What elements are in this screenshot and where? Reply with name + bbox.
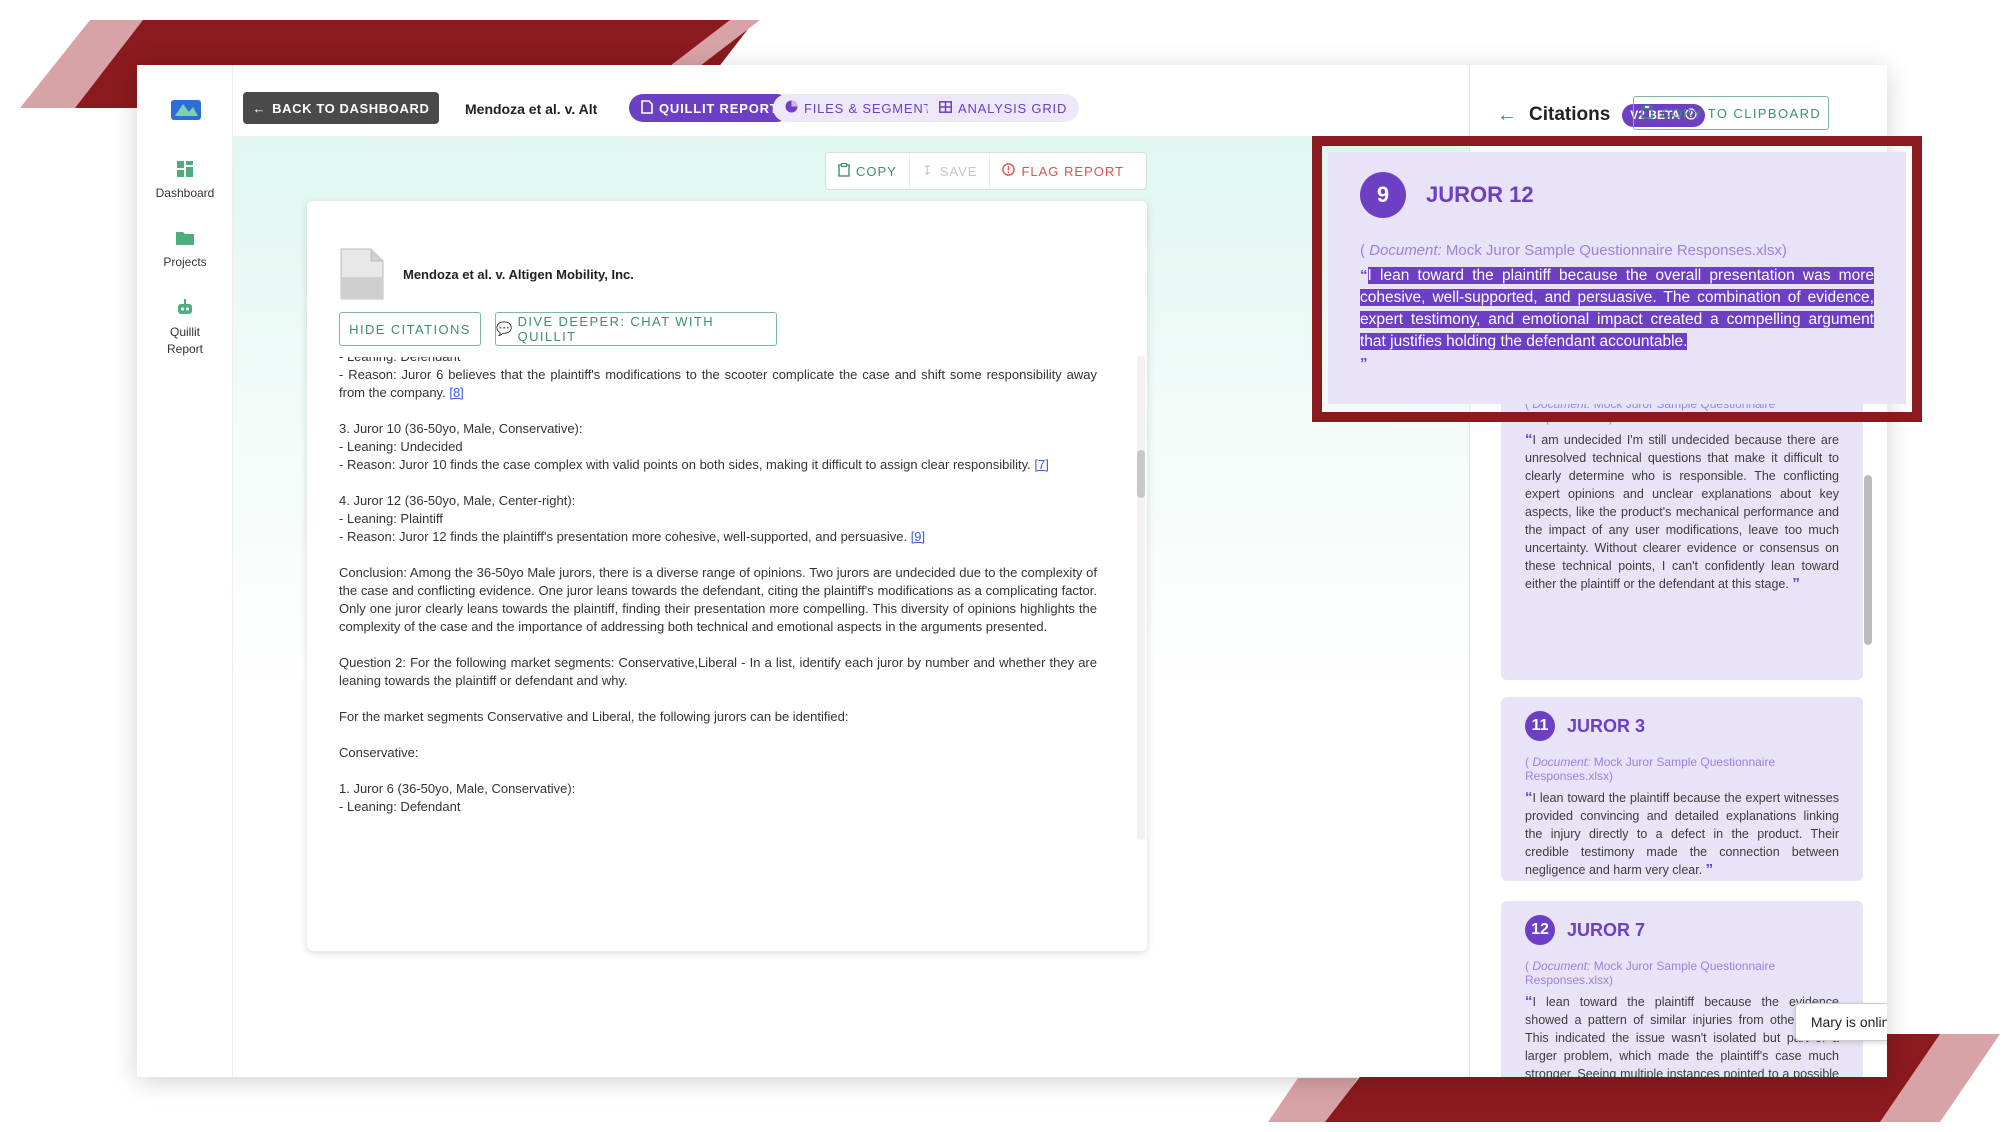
- sidebar-item-label: Projects: [163, 255, 207, 269]
- quote-open-icon: “: [1360, 267, 1368, 284]
- quote-close-icon: ”: [1705, 861, 1714, 878]
- selected-quote-text: I lean toward the plaintiff because the …: [1360, 267, 1874, 350]
- sidebar-item-label: Dashboard: [155, 186, 215, 200]
- citation-juror-name: JUROR 7: [1567, 919, 1646, 940]
- quote-open-icon: “: [1525, 993, 1533, 1010]
- citations-scrollbar[interactable]: [1864, 475, 1872, 645]
- arrow-left-icon[interactable]: ←: [1497, 104, 1517, 127]
- save-button[interactable]: ↧ SAVE: [908, 153, 990, 189]
- report-paragraph: - Reason: Juror 6 believes that the plai…: [339, 367, 1097, 400]
- report-line: - Leaning: Defendant: [339, 799, 461, 814]
- report-line: 3. Juror 10 (36-50yo, Male, Conservative…: [339, 421, 583, 436]
- folder-icon: [175, 229, 195, 247]
- report-text: - Leaning: Defendant - Reason: Juror 6 b…: [339, 357, 1097, 857]
- citation-quote: “I am undecided I'm still undecided beca…: [1525, 431, 1839, 592]
- report-line: 4. Juror 12 (36-50yo, Male, Center-right…: [339, 493, 576, 508]
- robot-icon: [175, 298, 195, 316]
- citation-link[interactable]: [8]: [449, 385, 463, 400]
- case-title: Mendoza et al. v. Alt: [465, 101, 598, 117]
- report-paragraph: For the market segments Conservative and…: [339, 709, 849, 724]
- alert-circle-icon: [1002, 163, 1016, 179]
- app-logo: [171, 98, 201, 122]
- clipboard-icon: [1641, 104, 1653, 122]
- pie-chart-icon: [785, 100, 798, 116]
- citation-juror-name: JUROR 3: [1567, 715, 1646, 736]
- citation-number-badge: 9: [1360, 172, 1406, 218]
- citation-link[interactable]: [9]: [911, 529, 925, 544]
- hide-citations-button[interactable]: HIDE CITATIONS: [339, 312, 481, 346]
- citation-document: ( Document: Mock Juror Sample Questionna…: [1525, 959, 1776, 987]
- report-paragraph: Question 2: For the following market seg…: [339, 655, 1097, 688]
- report-line: - Leaning: Undecided: [339, 439, 463, 454]
- report-icon: [641, 99, 653, 117]
- flag-report-button[interactable]: FLAG REPORT: [989, 153, 1136, 189]
- citation-card-header: 12 JUROR 7: [1525, 915, 1839, 945]
- document-icon: [339, 247, 385, 301]
- copy-to-clipboard-button[interactable]: COPY TO CLIPBOARD: [1633, 96, 1829, 130]
- download-icon: ↧: [921, 163, 934, 178]
- citation-card-header: 11 JUROR 3: [1525, 711, 1839, 741]
- quote-open-icon: “: [1525, 431, 1533, 448]
- highlighted-citation-card[interactable]: 9 JUROR 12 ( Document: Mock Juror Sample…: [1328, 152, 1906, 404]
- tab-quillit-report[interactable]: QUILLIT REPORT: [629, 94, 791, 122]
- clipboard-icon: [838, 162, 850, 180]
- report-paragraph: - Reason: Juror 10 finds the case comple…: [339, 457, 1049, 472]
- citation-card-header: 9 JUROR 12: [1360, 172, 1874, 218]
- citation-number-badge: 11: [1525, 711, 1555, 741]
- dive-deeper-chat-button[interactable]: 💬 DIVE DEEPER: CHAT WITH QUILLIT: [495, 312, 777, 346]
- chat-bubble-icon: 💬: [496, 321, 514, 336]
- report-card: Mendoza et al. v. Altigen Mobility, Inc.…: [307, 201, 1147, 951]
- quote-close-icon: ”: [1792, 575, 1800, 592]
- report-line: 1. Juror 6 (36-50yo, Male, Conservative)…: [339, 781, 576, 796]
- arrow-left-icon: ←: [252, 100, 267, 116]
- report-line: - Leaning: Defendant: [339, 357, 1097, 366]
- sidebar-item-dashboard[interactable]: Dashboard: [137, 160, 233, 200]
- citation-number-badge: 12: [1525, 915, 1555, 945]
- citation-quote: “I lean toward the plaintiff because the…: [1525, 993, 1839, 1077]
- report-paragraph: Conclusion: Among the 36-50yo Male juror…: [339, 565, 1097, 634]
- citation-card[interactable]: ( Document: Mock Juror Sample Questionna…: [1501, 381, 1863, 680]
- citation-card[interactable]: 11 JUROR 3 ( Document: Mock Juror Sample…: [1501, 697, 1863, 881]
- citation-card[interactable]: 12 JUROR 7 ( Document: Mock Juror Sample…: [1501, 901, 1863, 1077]
- presence-status: Mary is online: [1795, 1003, 1887, 1041]
- report-scrollbar[interactable]: [1137, 355, 1145, 840]
- citation-document: ( Document: Mock Juror Sample Questionna…: [1360, 242, 1787, 259]
- citations-title: Citations: [1529, 104, 1611, 125]
- top-bar: ← BACK TO DASHBOARD Mendoza et al. v. Al…: [233, 65, 1469, 137]
- tab-analysis-grid[interactable]: ANALYSIS GRID: [927, 94, 1080, 122]
- dashboard-icon: [175, 160, 195, 178]
- sidebar-item-label: Quillit Report: [166, 325, 204, 356]
- sidebar: Dashboard Projects Quillit Report: [137, 65, 233, 1077]
- report-document-title: Mendoza et al. v. Altigen Mobility, Inc.: [403, 267, 634, 282]
- sidebar-item-quillit-report[interactable]: Quillit Report: [137, 298, 233, 358]
- report-scroll-thumb[interactable]: [1137, 450, 1145, 498]
- sidebar-item-projects[interactable]: Projects: [137, 229, 233, 269]
- report-paragraph: Conservative:: [339, 745, 419, 760]
- citation-juror-name: JUROR 12: [1426, 182, 1534, 207]
- quote-open-icon: “: [1525, 789, 1533, 806]
- back-to-dashboard-button[interactable]: ← BACK TO DASHBOARD: [243, 92, 439, 124]
- quote-close-icon: ”: [1360, 355, 1368, 372]
- report-toolbar: COPY ↧ SAVE FLAG REPORT: [825, 152, 1147, 190]
- citation-quote: “I lean toward the plaintiff because the…: [1360, 265, 1874, 375]
- grid-icon: [939, 100, 952, 116]
- report-paragraph: - Reason: Juror 12 finds the plaintiff's…: [339, 529, 926, 544]
- citation-document: ( Document: Mock Juror Sample Questionna…: [1525, 755, 1776, 783]
- copy-button[interactable]: COPY: [826, 153, 909, 189]
- screenshot-stage: Dashboard Projects Quillit Report ← BACK…: [0, 0, 2013, 1132]
- report-line: - Leaning: Plaintiff: [339, 511, 443, 526]
- citation-link[interactable]: [7]: [1034, 457, 1048, 472]
- citation-quote: “I lean toward the plaintiff because the…: [1525, 789, 1839, 878]
